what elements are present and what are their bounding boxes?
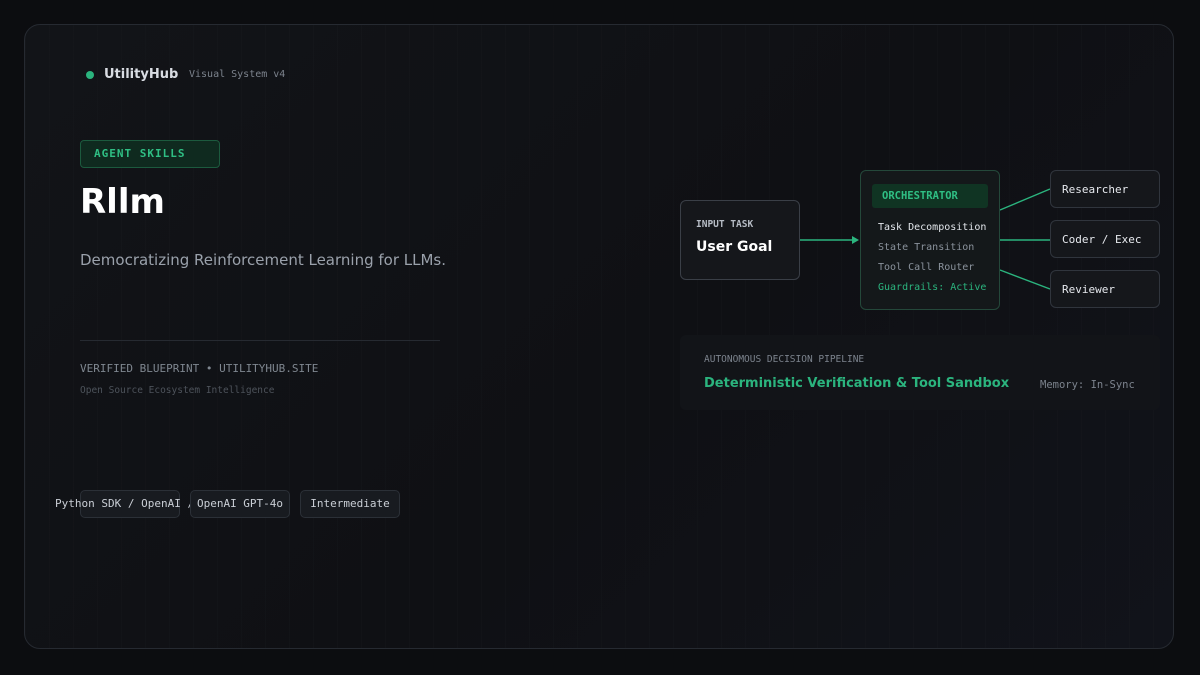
- pipeline-label: AUTONOMOUS DECISION PIPELINE: [704, 354, 865, 365]
- brand-name: UtilityHub: [104, 67, 179, 82]
- agent-label-coder: Coder / Exec: [1062, 233, 1142, 246]
- pipeline-title: Deterministic Verification & Tool Sandbo…: [704, 376, 1010, 391]
- tag-level[interactable]: Intermediate: [300, 490, 400, 518]
- input-task-title: User Goal: [696, 239, 773, 255]
- orchestrator-title: ORCHESTRATOR: [872, 184, 988, 208]
- ecosystem-tagline: Open Source Ecosystem Intelligence: [80, 385, 275, 396]
- tag-model[interactable]: OpenAI GPT-4o: [190, 490, 290, 518]
- pipeline-panel: [680, 335, 1160, 410]
- input-task-label: INPUT TASK: [696, 219, 754, 230]
- brand-status-dot: [86, 71, 94, 79]
- page-description: Democratizing Reinforcement Learning for…: [80, 251, 446, 269]
- orchestrator-guardrails-status: Guardrails: Active: [878, 282, 987, 293]
- brand-subtitle: Visual System v4: [189, 69, 286, 80]
- tag-sdk-label: Python SDK / OpenAI /: [55, 497, 195, 510]
- agent-label-researcher: Researcher: [1062, 183, 1129, 196]
- orchestrator-item: Task Decomposition: [878, 222, 987, 233]
- verified-blueprint-text: VERIFIED BLUEPRINT • UTILITYHUB.SITE: [80, 362, 319, 375]
- category-badge: AGENT SKILLS: [80, 140, 220, 168]
- memory-status: Memory: In-Sync: [1040, 379, 1135, 391]
- page-title: Rllm: [80, 182, 165, 222]
- section-divider: [80, 340, 440, 341]
- orchestrator-item: State Transition: [878, 242, 975, 253]
- tag-sdk[interactable]: Python SDK / OpenAI /: [55, 490, 194, 518]
- orchestrator-item: Tool Call Router: [878, 262, 975, 273]
- agent-label-reviewer: Reviewer: [1062, 283, 1115, 296]
